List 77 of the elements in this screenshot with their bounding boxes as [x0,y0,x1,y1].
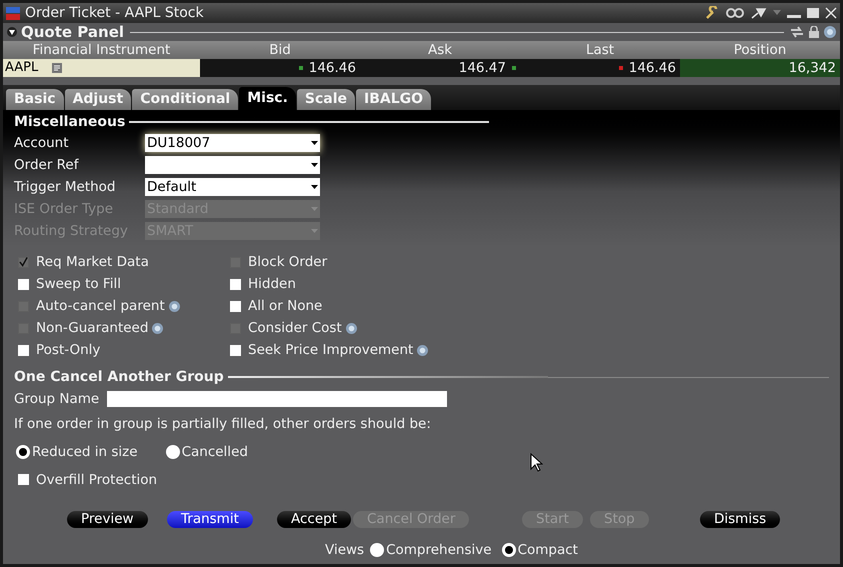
radio-label: Cancelled [182,442,248,462]
caret-icon[interactable] [773,10,781,16]
radio-label: Compact [518,540,578,560]
help-icon[interactable] [824,26,836,38]
checkbox[interactable] [230,300,241,312]
tab[interactable]: Conditional [132,89,238,110]
price-cell: 146.46 [308,59,356,77]
tab[interactable]: Adjust [64,89,132,110]
radio-label: Comprehensive [386,540,492,560]
checkbox-label: Block Order [248,252,328,272]
checkbox[interactable] [18,474,29,486]
position-cell: 16,342 [680,59,840,77]
instrument-symbol: AAPL [5,59,38,77]
radio-button[interactable] [16,444,30,459]
checkbox[interactable] [230,278,241,290]
dropdown-field[interactable]: DU18007 [145,134,320,152]
lock-icon[interactable] [808,26,820,38]
views-label: Views [325,540,364,560]
checkbox[interactable] [230,344,241,356]
dropdown-field[interactable] [145,156,320,174]
field-label: ISE Order Type [14,200,114,219]
field-label: Account [14,134,70,153]
checkbox[interactable] [18,344,29,356]
pin-icon[interactable] [751,7,767,19]
close-icon[interactable] [825,7,837,19]
field-label: Trigger Method [14,178,116,197]
button[interactable]: Dismiss [700,510,780,528]
note-icon[interactable] [52,63,62,73]
instruction-text: If one order in group is partially filled, other orders should be: [14,415,432,434]
tab[interactable]: IBALGO [356,89,432,110]
tab[interactable]: Basic [6,89,64,110]
dropdown-field[interactable]: Default [145,178,320,196]
caret-icon [311,141,318,145]
caret-icon [311,163,318,167]
checkbox-label: All or None [248,296,322,316]
field-label: Group Name [14,390,100,409]
column-header: Ask [426,41,454,59]
tab[interactable]: Scale [296,89,356,110]
radio-button[interactable] [502,542,516,557]
cursor-icon [530,453,543,472]
section-title: One Cancel Another Group [14,368,224,386]
checkbox-label: Non-Guaranteed [36,318,148,338]
column-header: Bid [268,41,292,59]
radio-label: Reduced in size [32,442,138,462]
arrows-icon[interactable] [790,26,804,38]
column-header: Financial Instrument [32,41,172,59]
radio-button[interactable] [166,444,180,459]
checkbox-label: Req Market Data [36,252,149,272]
checkbox-label: Consider Cost [248,318,342,338]
link-icon[interactable] [725,7,745,19]
button[interactable]: Preview [67,510,148,528]
section-title: Miscellaneous [14,112,126,132]
checkbox-label: Post-Only [36,340,100,360]
column-header: Position [732,41,788,59]
checkbox-label: Auto-cancel parent [36,296,165,316]
checkbox[interactable] [18,278,29,290]
help-icon[interactable] [417,344,428,356]
group-name-field[interactable] [107,391,448,408]
price-cell: 146.47 [458,59,506,77]
checkbox-label: Overfill Protection [36,470,158,490]
price-cell: 146.46 [628,59,676,77]
radio-button[interactable] [370,542,384,557]
caret-icon [311,185,318,189]
app-icon [6,6,20,20]
wrench-icon[interactable] [705,6,719,20]
button[interactable]: Transmit [167,510,253,528]
collapse-icon[interactable] [7,27,17,37]
checkbox-label: Seek Price Improvement [248,340,414,360]
checkbox-label: Hidden [248,274,296,294]
maximize-icon[interactable] [807,7,819,19]
button[interactable]: Accept [277,510,352,528]
column-header: Last [584,41,616,59]
panel-title: Quote Panel [21,22,124,43]
tab[interactable]: Misc. [239,87,296,110]
window-title: Order Ticket - AAPL Stock [25,4,204,22]
field-label: Order Ref [14,156,80,175]
checkbox-label: Sweep to Fill [36,274,121,294]
